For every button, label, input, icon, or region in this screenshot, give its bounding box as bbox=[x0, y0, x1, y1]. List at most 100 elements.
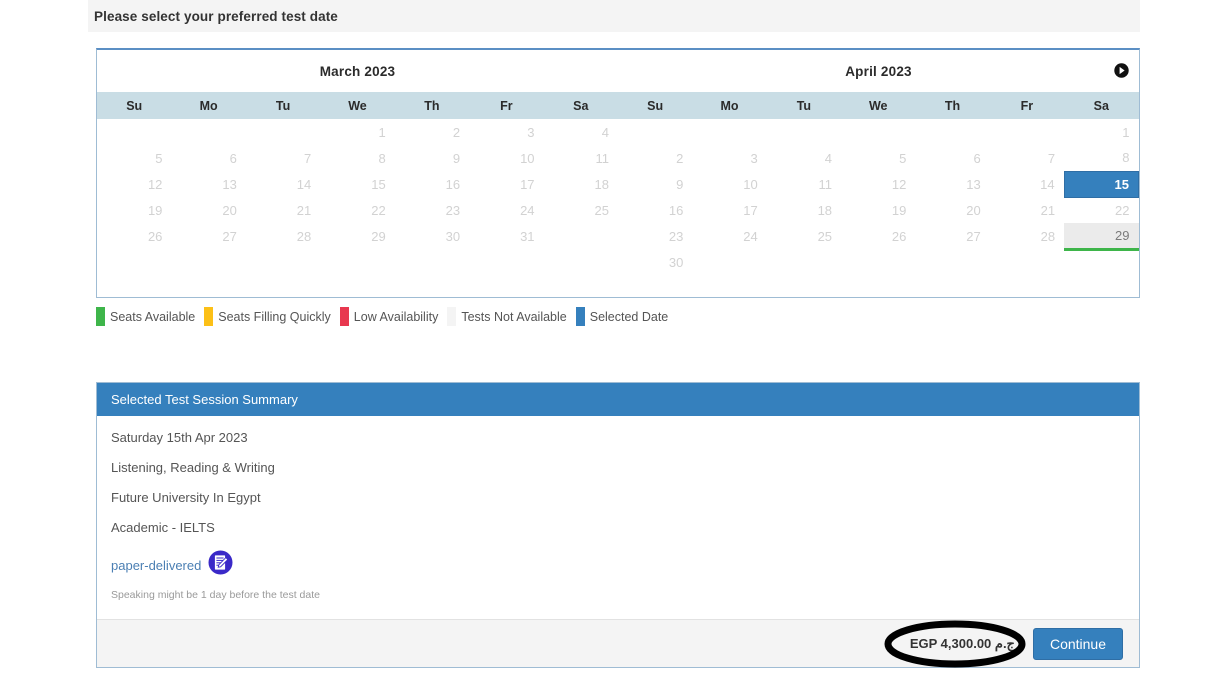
weekday-header-th: Th bbox=[915, 92, 990, 119]
calendar-day-unavailable: 1 bbox=[378, 124, 386, 140]
calendar-week-row: 26 27 28 29 30 31 bbox=[97, 223, 618, 249]
calendar-day-unavailable: 27 bbox=[222, 228, 237, 244]
summary-panel-header: Selected Test Session Summary bbox=[97, 383, 1139, 416]
weekday-header-sa: Sa bbox=[543, 92, 618, 119]
calendar-day-unavailable: 1 bbox=[1122, 124, 1130, 140]
legend-item: Seats Available bbox=[96, 307, 195, 326]
weekday-header-fr: Fr bbox=[469, 92, 544, 119]
calendar-day-unavailable: 5 bbox=[899, 150, 907, 166]
calendar-day-unavailable: 29 bbox=[371, 228, 386, 244]
calendar-table-april: Su Mo Tu We Th Fr Sa 1 2 3 4 5 6 7 8 9 10 11 12 13 14… bbox=[618, 92, 1140, 275]
calendar-day-empty bbox=[97, 249, 171, 275]
calendar-day-unavailable: 16 bbox=[668, 202, 684, 218]
legend-label: Low Availability bbox=[353, 309, 439, 324]
calendar-day-empty bbox=[97, 119, 171, 145]
calendar-table-march: Su Mo Tu We Th Fr Sa 1 2 3 4 5 6 7 8 9 10 11 12 13 14… bbox=[97, 92, 618, 275]
calendar-day-unavailable: 22 bbox=[371, 202, 386, 218]
calendar-day-empty bbox=[990, 119, 1064, 145]
calendar-week-row: 1 bbox=[618, 119, 1139, 145]
calendar-day-unavailable: 18 bbox=[594, 176, 609, 192]
calendar-day-empty bbox=[246, 119, 320, 145]
calendar-day-empty bbox=[469, 249, 543, 275]
calendar-day-unavailable: 15 bbox=[371, 176, 386, 192]
calendar-day-unavailable: 7 bbox=[304, 150, 312, 166]
calendar-day-selected[interactable]: 15 bbox=[1063, 170, 1140, 198]
weekday-header-we: We bbox=[320, 92, 395, 119]
calendar-day-unavailable: 2 bbox=[676, 150, 684, 166]
calendar-week-row: 30 bbox=[618, 249, 1139, 275]
calendar-day-empty bbox=[246, 249, 320, 275]
calendar-day-unavailable: 4 bbox=[601, 124, 609, 140]
calendar-day-unavailable: 11 bbox=[595, 150, 610, 166]
delivery-mode-row: paper-delivered bbox=[111, 550, 1125, 580]
speaking-note: Speaking might be 1 day before the test … bbox=[111, 589, 320, 601]
calendar-day-unavailable: 8 bbox=[1122, 150, 1130, 166]
month-title-april: April 2023 bbox=[845, 64, 912, 79]
weekday-header-su: Su bbox=[618, 92, 693, 119]
legend-color-swatch bbox=[204, 307, 214, 326]
calendar-day-unavailable: 25 bbox=[817, 228, 833, 244]
calendar-day-empty bbox=[915, 249, 989, 275]
calendar-day-empty bbox=[692, 119, 766, 145]
delivery-mode-link[interactable]: paper-delivered bbox=[111, 558, 201, 573]
calendar-day-unavailable: 13 bbox=[966, 176, 981, 192]
calendar-day-empty bbox=[915, 119, 989, 145]
calendar-day-empty bbox=[544, 223, 618, 249]
calendar-day-unavailable: 3 bbox=[527, 124, 535, 140]
calendar-month-march: March 2023 Su Mo Tu We Th Fr Sa 12345678… bbox=[97, 50, 618, 297]
calendar-day-unavailable: 20 bbox=[966, 202, 981, 218]
calendar-day-unavailable: 13 bbox=[222, 176, 237, 192]
continue-button[interactable]: Continue bbox=[1032, 627, 1123, 660]
month-title-march: March 2023 bbox=[319, 64, 396, 79]
calendar-day-empty bbox=[767, 119, 841, 145]
calendar-day-unavailable: 26 bbox=[147, 228, 163, 244]
calendar-day-empty bbox=[767, 249, 841, 275]
calendar-day-unavailable: 28 bbox=[1040, 228, 1056, 244]
calendar-day-empty bbox=[841, 119, 915, 145]
calendar-day-unavailable: 24 bbox=[743, 228, 758, 244]
calendar-day-unavailable: 8 bbox=[378, 150, 386, 166]
calendar-day-empty bbox=[544, 249, 618, 275]
calendar-day-empty bbox=[618, 119, 692, 145]
calendar-week-row: 5 6 7 8 9 10 11 bbox=[97, 145, 618, 171]
summary-panel-footer: EGP 4,300.00 ج.م Continue bbox=[97, 619, 1139, 667]
calendar-week-row: 1 2 3 4 bbox=[97, 119, 618, 145]
selected-session-summary-panel: Selected Test Session Summary Saturday 1… bbox=[96, 382, 1140, 668]
weekday-header-tu: Tu bbox=[245, 92, 321, 119]
summary-date: Saturday 15th Apr 2023 bbox=[111, 430, 248, 445]
legend-item: Low Availability bbox=[339, 307, 439, 326]
calendar-day-empty bbox=[841, 249, 915, 275]
weekday-header-row: Su Mo Tu We Th Fr Sa bbox=[618, 92, 1139, 119]
legend-label: Seats Available bbox=[110, 309, 196, 324]
total-price: EGP 4,300.00 ج.م bbox=[909, 635, 1015, 651]
calendar-week-row: 12 13 14 15 16 17 18 bbox=[97, 171, 618, 197]
calendar-day-unavailable: 9 bbox=[452, 150, 461, 166]
calendar-month-april: April 2023 Su Mo Tu We Th Fr Sa 1 2 3 4 … bbox=[618, 50, 1140, 297]
weekday-header-we: We bbox=[841, 92, 916, 119]
calendar-day-empty bbox=[395, 249, 469, 275]
page-title: Please select your preferred test date bbox=[94, 8, 338, 24]
calendar-panel: March 2023 Su Mo Tu We Th Fr Sa 12345678… bbox=[96, 48, 1140, 298]
calendar-day-empty bbox=[320, 249, 394, 275]
weekday-header-tu: Tu bbox=[766, 92, 842, 119]
calendar-day-unavailable: 16 bbox=[445, 176, 461, 192]
calendar-day-unavailable: 23 bbox=[668, 228, 684, 244]
calendar-day-unavailable: 21 bbox=[296, 202, 312, 218]
legend-label: Selected Date bbox=[589, 309, 669, 324]
calendar-day-unavailable: 17 bbox=[743, 202, 758, 218]
calendar-day-available[interactable]: 29 bbox=[1064, 223, 1139, 251]
next-month-arrow-icon[interactable] bbox=[1114, 63, 1129, 78]
calendar-day-unavailable: 6 bbox=[229, 150, 237, 166]
summary-panel-body: Saturday 15th Apr 2023 Listening, Readin… bbox=[97, 416, 1139, 601]
calendar-day-unavailable: 17 bbox=[520, 176, 535, 192]
calendar-day-empty bbox=[692, 249, 766, 275]
calendar-day-empty bbox=[171, 119, 245, 145]
summary-panel-title: Selected Test Session Summary bbox=[111, 392, 298, 407]
summary-test-type: Academic - IELTS bbox=[111, 520, 215, 535]
weekday-header-row: Su Mo Tu We Th Fr Sa bbox=[97, 92, 618, 119]
calendar-day-unavailable: 26 bbox=[891, 228, 907, 244]
calendar-day-empty bbox=[990, 249, 1064, 275]
weekday-header-mo: Mo bbox=[171, 92, 246, 119]
legend-item: Seats Filling Quickly bbox=[204, 307, 331, 326]
calendar-week-row: 19 20 21 22 23 24 25 bbox=[97, 197, 618, 223]
